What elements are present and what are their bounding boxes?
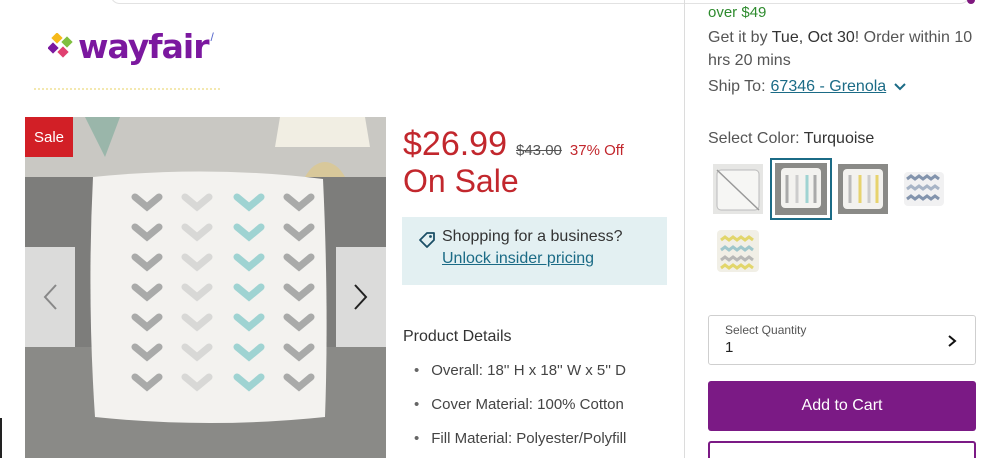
color-swatch-selected[interactable] — [770, 158, 832, 220]
delivery-estimate: Get it by Tue, Oct 30! Order within 10 h… — [708, 26, 993, 72]
tag-icon — [419, 232, 435, 248]
chevron-right-icon — [948, 335, 957, 347]
product-details-list: Overall: 18'' H x 18'' W x 5'' D Cover M… — [414, 362, 626, 458]
add-to-cart-button[interactable]: Add to Cart — [708, 381, 976, 431]
detail-item: Overall: 18'' H x 18'' W x 5'' D — [414, 362, 626, 396]
sale-badge: Sale — [25, 117, 73, 157]
swatch-thumbnail — [717, 230, 759, 272]
swatch-thumbnail — [775, 163, 827, 215]
discount-label: 37% Off — [569, 142, 624, 159]
original-price: $43.00 — [516, 142, 562, 159]
swatch-thumbnail — [904, 172, 944, 206]
wayfair-logo[interactable]: wayfair / — [48, 30, 214, 63]
chevron-right-icon — [354, 284, 368, 310]
product-details-heading: Product Details — [403, 328, 512, 345]
gallery-next-button[interactable] — [336, 247, 386, 347]
business-pricing-banner: Shopping for a business? Unlock insider … — [402, 217, 667, 285]
pillow-photo — [25, 117, 386, 458]
detail-item: Cover Material: 100% Cotton — [414, 396, 626, 430]
notification-dot-icon — [967, 0, 975, 4]
quantity-selector[interactable]: Select Quantity 1 — [708, 315, 976, 365]
product-image-gallery[interactable]: Sale — [25, 117, 386, 458]
color-swatch[interactable] — [836, 162, 890, 216]
secondary-action-button[interactable] — [708, 441, 976, 458]
ship-to-label: Ship To: — [708, 78, 766, 95]
price-row: $26.99 $43.00 37% Off — [403, 125, 624, 164]
decorative-dots — [34, 80, 220, 90]
quantity-value: 1 — [725, 339, 734, 356]
free-shipping-threshold: over $49 — [708, 4, 767, 21]
swatch-thumbnail — [838, 164, 888, 214]
color-swatch[interactable] — [711, 224, 765, 278]
top-bar-fragment — [0, 0, 1007, 8]
wayfair-wordmark: wayfair — [78, 27, 209, 66]
delivery-date: Tue, Oct 30 — [771, 29, 855, 46]
delivery-prefix: Get it by — [708, 29, 772, 46]
swatch-thumbnail — [713, 164, 763, 214]
window-edge — [0, 418, 2, 458]
color-swatch[interactable] — [897, 162, 951, 216]
business-title: Shopping for a business? — [442, 228, 623, 245]
select-color-label: Select Color: Turquoise — [708, 130, 874, 148]
on-sale-heading: On Sale — [403, 163, 519, 199]
column-divider — [684, 0, 685, 458]
color-label-text: Select Color: — [708, 130, 800, 147]
chevron-down-icon[interactable] — [894, 83, 906, 91]
detail-item: Fill Material: Polyester/Polyfill — [414, 430, 626, 458]
quantity-label: Select Quantity — [725, 323, 807, 337]
unlock-pricing-link[interactable]: Unlock insider pricing — [442, 250, 667, 268]
gallery-prev-button[interactable] — [25, 247, 75, 347]
selected-color-name: Turquoise — [803, 130, 875, 147]
wayfair-pinwheel-icon — [48, 32, 73, 58]
color-swatch[interactable] — [711, 162, 765, 216]
logo-mark: / — [210, 30, 214, 44]
chevron-left-icon — [43, 284, 57, 310]
search-bar-edge — [110, 0, 970, 4]
current-price: $26.99 — [403, 125, 507, 163]
zip-code-link[interactable]: 67346 - Grenola — [771, 78, 887, 96]
ship-to-row: Ship To: 67346 - Grenola — [708, 78, 906, 96]
